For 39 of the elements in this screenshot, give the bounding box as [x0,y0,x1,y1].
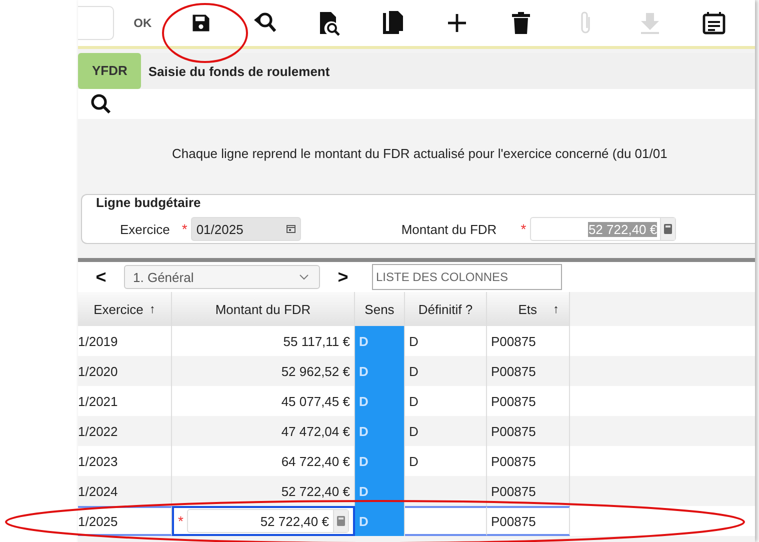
table-cell: D [355,416,405,446]
field-label: Exercice [120,222,170,236]
calculator-icon[interactable] [337,516,345,526]
required-mark: * [182,221,188,237]
table-cell: D [355,506,405,536]
amount-field[interactable]: 52 722,40 € [187,509,349,533]
module-badge: YFDR [78,53,142,89]
table-cell: D [355,476,405,506]
calendar-icon[interactable] [286,224,296,234]
table-cell: 1/2024 [78,476,172,506]
fieldset-legend: Ligne budgétaire [96,195,201,210]
trash-icon [511,11,532,35]
view-select[interactable]: 1. Général [124,265,320,289]
document-search-icon [317,10,341,36]
field-label: Montant du FDR [401,222,497,236]
required-mark: * [520,221,526,237]
info-text: Chaque ligne reprend le montant du FDR actualisé pour l'exercice concerné (du 01/01 [171,145,668,163]
required-mark: * [178,513,184,529]
table-cell: D [355,326,405,356]
calculator-icon[interactable] [664,224,672,234]
plus-icon [446,12,468,34]
table-cell: D [355,386,405,416]
download-icon [638,11,661,35]
table-cell: D [355,356,405,386]
copy-icon [381,10,406,36]
table-cell: D [355,446,405,476]
undo-search-icon [252,11,278,35]
search-icon[interactable] [90,93,112,115]
next-button[interactable]: > [320,266,366,288]
calendar-icon [702,11,726,35]
date-field[interactable]: 01/2025 [191,217,302,241]
table-cell: P00875 [487,476,570,506]
chevron-down-icon [299,274,309,280]
ok-button[interactable]: OK [128,12,158,34]
input-field[interactable] [78,6,114,40]
table-cell: P00875 [487,506,570,536]
previous-button[interactable]: < [78,266,124,288]
screen-title: Saisie du fonds de roulement [148,64,330,78]
columns-field[interactable]: LISTE DES COLONNES [372,264,562,290]
